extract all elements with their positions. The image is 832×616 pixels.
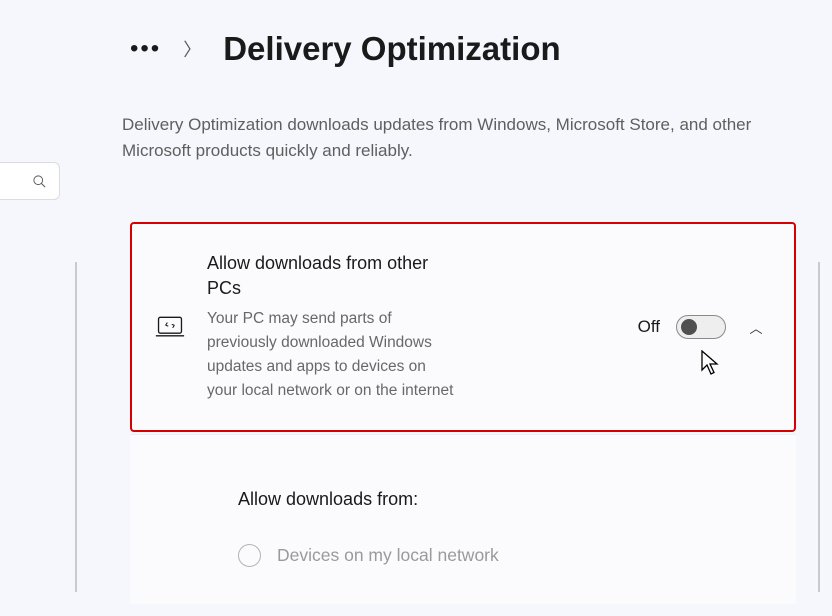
allow-downloads-card: Allow downloads from other PCs Your PC m…: [130, 222, 796, 432]
toggle-knob: [681, 319, 697, 335]
chevron-up-icon[interactable]: ︿: [742, 318, 770, 337]
search-icon: [32, 174, 47, 189]
card-title: Allow downloads from other PCs: [207, 251, 457, 301]
card-subtitle: Your PC may send parts of previously dow…: [207, 307, 457, 403]
allow-from-panel: Allow downloads from: Devices on my loca…: [130, 434, 796, 604]
search-input[interactable]: [0, 162, 60, 200]
breadcrumb: ••• 〉 Delivery Optimization: [130, 30, 561, 68]
radio-option-local-network[interactable]: Devices on my local network: [238, 544, 796, 567]
radio-label: Devices on my local network: [277, 545, 499, 566]
radio-icon: [238, 544, 261, 567]
allow-downloads-toggle[interactable]: [676, 315, 726, 339]
laptop-sync-icon: [132, 316, 207, 338]
divider: [75, 262, 77, 592]
allow-from-title: Allow downloads from:: [238, 489, 796, 510]
breadcrumb-more-icon[interactable]: •••: [130, 35, 161, 63]
toggle-state-label: Off: [638, 317, 660, 337]
page-title: Delivery Optimization: [223, 30, 560, 68]
divider: [818, 262, 820, 592]
page-description: Delivery Optimization downloads updates …: [122, 112, 776, 163]
chevron-right-icon: 〉: [183, 36, 201, 62]
